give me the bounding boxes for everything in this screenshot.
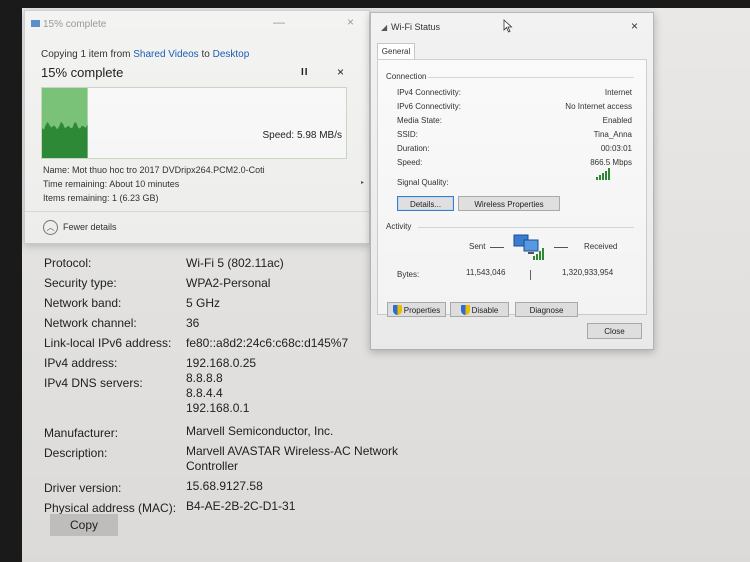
ssid-label: SSID: xyxy=(397,130,418,139)
dns-server-1: 8.8.8.8 xyxy=(186,371,223,385)
bytes-sent-value: 11,543,046 xyxy=(466,268,506,277)
copy-dialog-titlebar: 15% complete — × xyxy=(25,11,369,35)
cancel-copy-button[interactable]: × xyxy=(337,65,344,79)
wifi-dialog-close-icon[interactable]: × xyxy=(631,19,638,33)
property-value: 5 GHz xyxy=(186,296,221,310)
connection-heading: Connection xyxy=(386,72,427,81)
details-button[interactable]: Details... xyxy=(397,196,454,211)
wifi-signal-icon: ◢ xyxy=(381,23,388,32)
duration-value: 00:03:01 xyxy=(600,144,632,153)
items-remaining-label: Items remaining: 1 (6.23 GB) xyxy=(43,193,159,203)
dns-server-3: 192.168.0.1 xyxy=(186,401,250,415)
property-label: Network channel: xyxy=(44,316,137,330)
property-value: 192.168.0.25 xyxy=(186,356,257,370)
copy-dialog-title: 15% complete xyxy=(43,19,107,30)
transfer-speed-graph: Speed: 5.98 MB/s xyxy=(41,87,347,159)
property-label: Manufacturer: xyxy=(44,426,119,440)
activity-heading: Activity xyxy=(386,222,412,231)
network-computers-icon xyxy=(513,234,544,260)
fewer-details-toggle[interactable]: ︿ Fewer details xyxy=(43,220,117,235)
description-line-1: Marvell AVASTAR Wireless-AC Network xyxy=(186,444,399,458)
copy-files-icon xyxy=(31,20,40,27)
section-rule xyxy=(418,227,634,228)
received-dash xyxy=(554,247,568,248)
tab-general[interactable]: General xyxy=(377,43,415,60)
bytes-received-value: 1,320,933,954 xyxy=(562,268,614,277)
wifi-status-dialog: ◢ Wi-Fi Status × General Connection IPv4… xyxy=(370,12,654,350)
time-remaining-label: Time remaining: About 10 minutes xyxy=(43,179,180,189)
property-label: Network band: xyxy=(44,296,122,310)
close-button[interactable]: Close xyxy=(587,323,642,339)
section-rule xyxy=(428,77,634,78)
copy-dialog-close-button[interactable]: × xyxy=(347,15,354,29)
speed-value: 866.5 Mbps xyxy=(590,158,632,167)
copying-prefix: Copying 1 item from xyxy=(41,49,131,60)
sent-dash xyxy=(490,247,504,248)
general-tab-panel: Connection IPv4 Connectivity: Internet I… xyxy=(377,59,647,317)
wireless-properties-button[interactable]: Wireless Properties xyxy=(458,196,560,211)
disable-button-label: Disable xyxy=(471,306,499,315)
speed-label: Speed: xyxy=(397,158,423,167)
signal-quality-label: Signal Quality: xyxy=(397,178,449,187)
duration-label: Duration: xyxy=(397,144,430,153)
property-value: Wi-Fi 5 (802.11ac) xyxy=(186,256,284,270)
description-line-2: Controller xyxy=(186,459,239,473)
source-folder-link[interactable]: Shared Videos xyxy=(133,49,198,60)
property-value: B4-AE-2B-2C-D1-31 xyxy=(186,499,296,513)
property-value: fe80::a8d2:24c6:c68c:d145%7 xyxy=(186,336,349,350)
divider xyxy=(25,211,369,212)
property-value: WPA2-Personal xyxy=(186,276,271,290)
fewer-details-label: Fewer details xyxy=(63,221,117,232)
properties-button-label: Properties xyxy=(403,306,441,315)
diagnose-button[interactable]: Diagnose xyxy=(515,302,578,317)
destination-folder-link[interactable]: Desktop xyxy=(213,49,250,60)
property-label: Physical address (MAC): xyxy=(44,501,177,515)
property-value: 36 xyxy=(186,316,200,330)
properties-button[interactable]: Properties xyxy=(387,302,446,317)
desktop-screen: Protocol: Wi-Fi 5 (802.11ac) Security ty… xyxy=(22,8,750,562)
ssid-value: Tina_Anna xyxy=(593,130,632,139)
received-label: Received xyxy=(584,242,618,251)
progress-graph xyxy=(42,88,88,158)
property-label: Link-local IPv6 address: xyxy=(44,336,172,350)
ipv4-connectivity-value: Internet xyxy=(604,88,632,97)
copying-summary: Copying 1 item from Shared Videos to Des… xyxy=(41,49,249,60)
property-label: IPv4 address: xyxy=(44,356,118,370)
signal-bars-icon xyxy=(596,168,610,180)
property-label: IPv4 DNS servers: xyxy=(44,376,143,390)
text-cursor-icon: ▸ xyxy=(361,180,365,186)
property-value: Marvell Semiconductor, Inc. xyxy=(186,424,334,438)
bytes-separator xyxy=(530,270,531,280)
ipv6-connectivity-label: IPv6 Connectivity: xyxy=(397,102,462,111)
transfer-speed-label: Speed: 5.98 MB/s xyxy=(262,130,343,141)
media-state-label: Media State: xyxy=(397,116,442,125)
copy-progress-dialog: 15% complete — × Copying 1 item from Sha… xyxy=(24,10,370,244)
pause-button[interactable]: II xyxy=(301,67,309,78)
copy-button[interactable]: Copy xyxy=(50,514,118,536)
to-word: to xyxy=(201,49,210,60)
property-value: 15.68.9127.58 xyxy=(186,479,263,493)
property-label: Driver version: xyxy=(44,481,122,495)
ipv4-connectivity-label: IPv4 Connectivity: xyxy=(397,88,462,97)
disable-button[interactable]: Disable xyxy=(450,302,509,317)
chevron-up-icon: ︿ xyxy=(43,220,58,235)
sent-label: Sent xyxy=(469,242,486,251)
property-label: Security type: xyxy=(44,276,117,290)
bytes-label: Bytes: xyxy=(397,270,420,279)
media-state-value: Enabled xyxy=(602,116,632,125)
minimize-button[interactable]: — xyxy=(273,15,285,29)
property-label: Description: xyxy=(44,446,108,460)
mouse-pointer-icon xyxy=(503,19,513,33)
dns-server-2: 8.8.4.4 xyxy=(186,386,223,400)
progress-percent-label: 15% complete xyxy=(41,65,124,80)
ipv6-connectivity-value: No Internet access xyxy=(565,102,632,111)
shield-icon xyxy=(460,305,470,315)
shield-icon xyxy=(392,305,402,315)
wifi-dialog-title: Wi-Fi Status xyxy=(391,22,441,32)
property-label: Protocol: xyxy=(44,256,92,270)
file-name-label: Name: Mot thuo hoc tro 2017 DVDripx264.P… xyxy=(43,165,265,175)
